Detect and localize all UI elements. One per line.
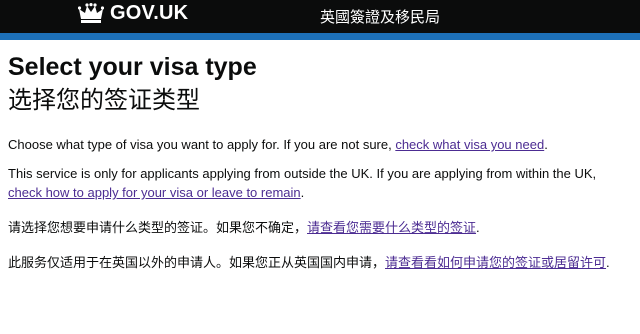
outside-uk-paragraph-chinese: 此服务仅适用于在英国以外的申请人。如果您正从英国国内申请，请查看看如何申请您的签…: [8, 253, 630, 272]
site-header: GOV.UK 英國簽證及移民局: [0, 0, 640, 33]
intro-end: .: [544, 137, 548, 152]
apply-within-uk-link[interactable]: check how to apply for your visa or leav…: [8, 185, 301, 200]
outside-uk-text: This service is only for applicants appl…: [8, 166, 597, 181]
apply-within-uk-link-chinese[interactable]: 请查看看如何申请您的签证或居留许可: [385, 255, 606, 270]
intro-text: Choose what type of visa you want to app…: [8, 137, 396, 152]
page-title-chinese: 选择您的签证类型: [8, 86, 200, 114]
intro-paragraph-chinese: 请选择您想要申请什么类型的签证。如果您不确定，请查看您需要什么类型的签证.: [8, 218, 630, 237]
main-content: Select your visa type 选择您的签证类型 Choose wh…: [8, 53, 630, 272]
outside-uk-end: .: [300, 185, 305, 200]
header-accent-bar: [0, 33, 640, 40]
govuk-wordmark: GOV.UK: [110, 2, 189, 24]
outside-uk-text-chinese: 此服务仅适用于在英国以外的申请人。如果您正从英国国内申请，: [8, 255, 386, 270]
check-visa-link[interactable]: check what visa you need: [395, 137, 544, 152]
govuk-logo-link[interactable]: GOV.UK: [78, 2, 188, 25]
intro-end-chinese: .: [476, 220, 480, 235]
intro-paragraph: Choose what type of visa you want to app…: [8, 135, 630, 154]
intro-text-chinese: 请选择您想要申请什么类型的签证。如果您不确定，: [8, 220, 308, 235]
outside-uk-end-chinese: .: [606, 255, 610, 270]
check-visa-link-chinese[interactable]: 请查看您需要什么类型的签证: [307, 220, 476, 235]
service-name: 英國簽證及移民局: [320, 8, 441, 26]
page-title: Select your visa type: [8, 53, 257, 81]
outside-uk-paragraph: This service is only for applicants appl…: [8, 164, 630, 202]
crown-icon: [78, 2, 104, 23]
